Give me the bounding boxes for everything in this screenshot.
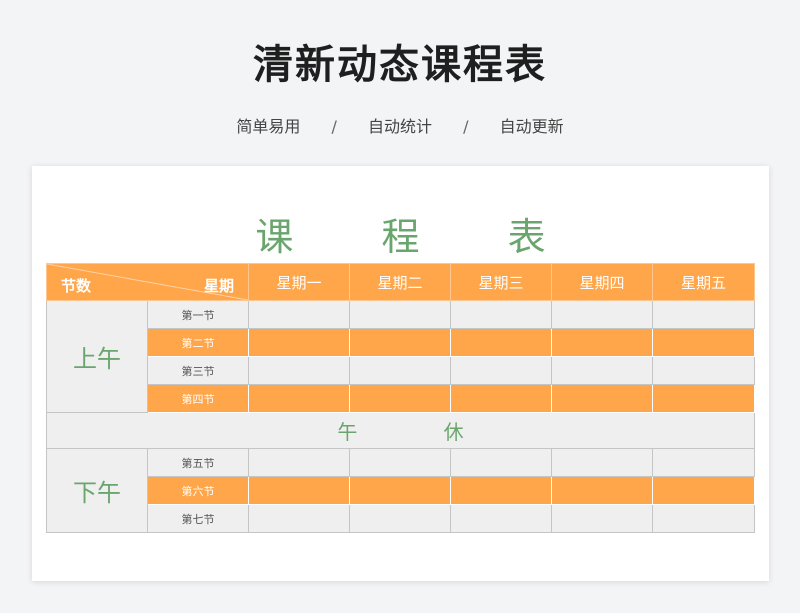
- period-label: 第二节: [147, 328, 249, 357]
- feature-auto-update: 自动更新: [499, 117, 564, 136]
- schedule-cell[interactable]: [652, 328, 755, 357]
- separator: /: [463, 117, 469, 136]
- day-header-tue: 星期二: [349, 263, 451, 301]
- schedule-card: 课 程 表 节数 星期 星期一 星期二 星期三 星期四 星期五 上午 第一节 第…: [32, 166, 769, 581]
- period-label: 第五节: [147, 448, 249, 477]
- schedule-cell[interactable]: [248, 384, 350, 413]
- schedule-cell[interactable]: [551, 356, 653, 385]
- schedule-cell[interactable]: [248, 356, 350, 385]
- schedule-cell[interactable]: [652, 448, 755, 477]
- schedule-cell[interactable]: [652, 476, 755, 505]
- table-row: 下午 第五节: [46, 448, 755, 533]
- schedule-cell[interactable]: [450, 448, 552, 477]
- afternoon-label: 下午: [46, 448, 148, 533]
- feature-easy: 简单易用: [236, 117, 301, 136]
- schedule-cell[interactable]: [248, 300, 350, 329]
- table-row: 第四节: [47, 384, 755, 413]
- schedule-cell[interactable]: [349, 300, 451, 329]
- schedule-cell[interactable]: [349, 504, 451, 533]
- lunch-row: 午 休: [46, 412, 755, 449]
- schedule-cell[interactable]: [248, 504, 350, 533]
- table-row: 第二节: [47, 328, 755, 357]
- schedule-cell[interactable]: [248, 448, 350, 477]
- schedule-cell[interactable]: [551, 504, 653, 533]
- schedule-cell[interactable]: [551, 300, 653, 329]
- period-label: 第一节: [147, 300, 249, 329]
- schedule-cell[interactable]: [652, 300, 755, 329]
- schedule-cell[interactable]: [450, 504, 552, 533]
- day-header-mon: 星期一: [248, 263, 350, 301]
- schedule-cell[interactable]: [551, 476, 653, 505]
- corner-label-periods: 节数: [61, 277, 92, 295]
- day-header-wed: 星期三: [450, 263, 552, 301]
- period-label: 第三节: [147, 356, 249, 385]
- schedule-cell[interactable]: [349, 356, 451, 385]
- schedule-cell[interactable]: [450, 328, 552, 357]
- schedule-cell[interactable]: [551, 328, 653, 357]
- schedule-cell[interactable]: [450, 476, 552, 505]
- sheet-title: 课 程 表: [255, 215, 584, 259]
- schedule-cell[interactable]: [349, 384, 451, 413]
- schedule-cell[interactable]: [551, 384, 653, 413]
- table-row: 上午 第一节: [46, 300, 755, 413]
- table-row: 第三节: [47, 356, 755, 385]
- schedule-cell[interactable]: [349, 328, 451, 357]
- schedule-cell[interactable]: [450, 300, 552, 329]
- schedule-cell[interactable]: [349, 476, 451, 505]
- corner-header: 节数 星期: [46, 263, 249, 301]
- page-title: 清新动态课程表: [253, 42, 547, 88]
- schedule-cell[interactable]: [248, 328, 350, 357]
- period-label: 第四节: [147, 384, 249, 413]
- header-row: 节数 星期 星期一 星期二 星期三 星期四 星期五: [46, 263, 755, 301]
- feature-list: 简单易用 / 自动统计 / 自动更新: [0, 113, 800, 137]
- schedule-cell[interactable]: [450, 356, 552, 385]
- schedule-cell[interactable]: [248, 476, 350, 505]
- table-row: 第七节: [47, 504, 755, 533]
- corner-label-weekday: 星期: [203, 277, 234, 295]
- period-label: 第六节: [147, 476, 249, 505]
- period-label: 第七节: [147, 504, 249, 533]
- schedule-cell[interactable]: [652, 504, 755, 533]
- day-header-fri: 星期五: [652, 263, 755, 301]
- feature-auto-stats: 自动统计: [367, 117, 432, 136]
- separator: /: [331, 117, 337, 136]
- morning-label: 上午: [46, 300, 148, 413]
- schedule-cell[interactable]: [349, 448, 451, 477]
- table-row: 第六节: [47, 476, 755, 505]
- schedule-cell[interactable]: [450, 384, 552, 413]
- lunch-break-label: 午 休: [46, 412, 755, 449]
- schedule-cell[interactable]: [551, 448, 653, 477]
- schedule-cell[interactable]: [652, 384, 755, 413]
- day-header-thu: 星期四: [551, 263, 653, 301]
- schedule-table: 节数 星期 星期一 星期二 星期三 星期四 星期五 上午 第一节 第二节 第三节…: [46, 263, 755, 533]
- schedule-cell[interactable]: [652, 356, 755, 385]
